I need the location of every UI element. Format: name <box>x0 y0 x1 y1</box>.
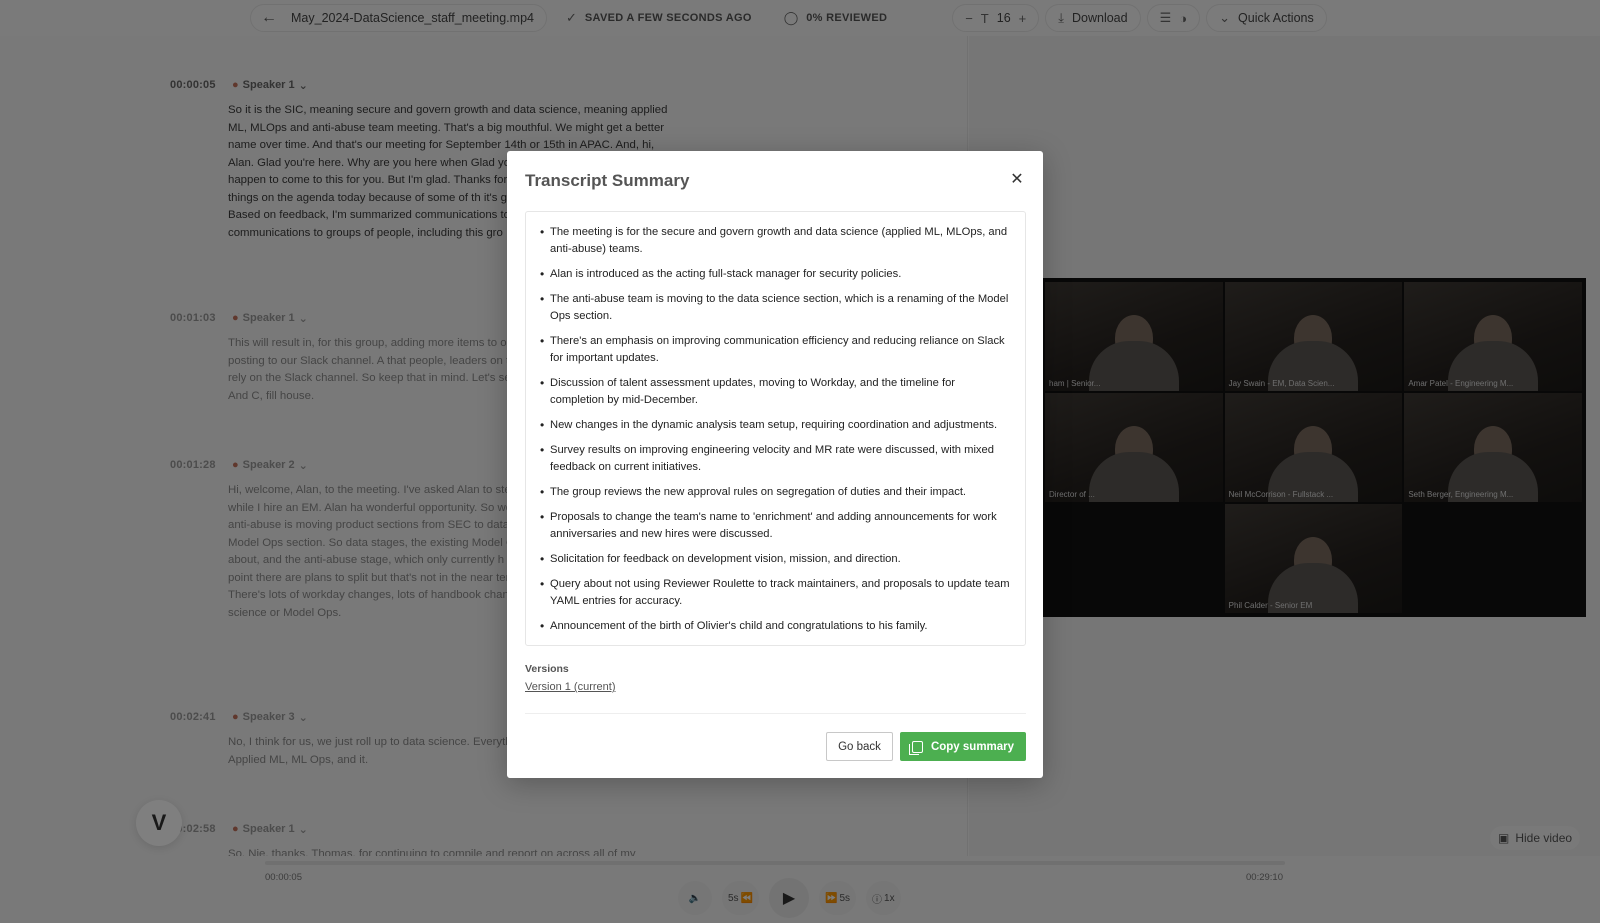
summary-item: The meeting is for the secure and govern… <box>540 224 1011 258</box>
transcript-summary-dialog: Transcript Summary ✕ The meeting is for … <box>507 151 1043 778</box>
summary-item: New changes in the dynamic analysis team… <box>540 417 1011 434</box>
copy-icon <box>908 740 923 755</box>
go-back-button[interactable]: Go back <box>826 732 893 761</box>
dialog-title: Transcript Summary <box>525 171 690 190</box>
summary-item: Announcement of the birth of Olivier's c… <box>540 618 1011 635</box>
summary-list: The meeting is for the secure and govern… <box>540 224 1011 635</box>
summary-item: Discussion of talent assessment updates,… <box>540 375 1011 409</box>
summary-item: Query about not using Reviewer Roulette … <box>540 576 1011 610</box>
summary-item: Solicitation for feedback on development… <box>540 551 1011 568</box>
copy-summary-button[interactable]: Copy summary <box>900 732 1026 761</box>
summary-item: The anti-abuse team is moving to the dat… <box>540 291 1011 325</box>
close-icon[interactable]: ✕ <box>1007 169 1027 189</box>
divider <box>525 713 1026 714</box>
summary-item: Proposals to change the team's name to '… <box>540 509 1011 543</box>
versions-label: Versions <box>525 663 569 675</box>
summary-item: Survey results on improving engineering … <box>540 442 1011 476</box>
summary-item: Alan is introduced as the acting full-st… <box>540 266 1011 283</box>
summary-item: There's an emphasis on improving communi… <box>540 333 1011 367</box>
summary-content: The meeting is for the secure and govern… <box>525 211 1026 646</box>
summary-item: The group reviews the new approval rules… <box>540 484 1011 501</box>
version-link[interactable]: Version 1 (current) <box>525 681 615 693</box>
